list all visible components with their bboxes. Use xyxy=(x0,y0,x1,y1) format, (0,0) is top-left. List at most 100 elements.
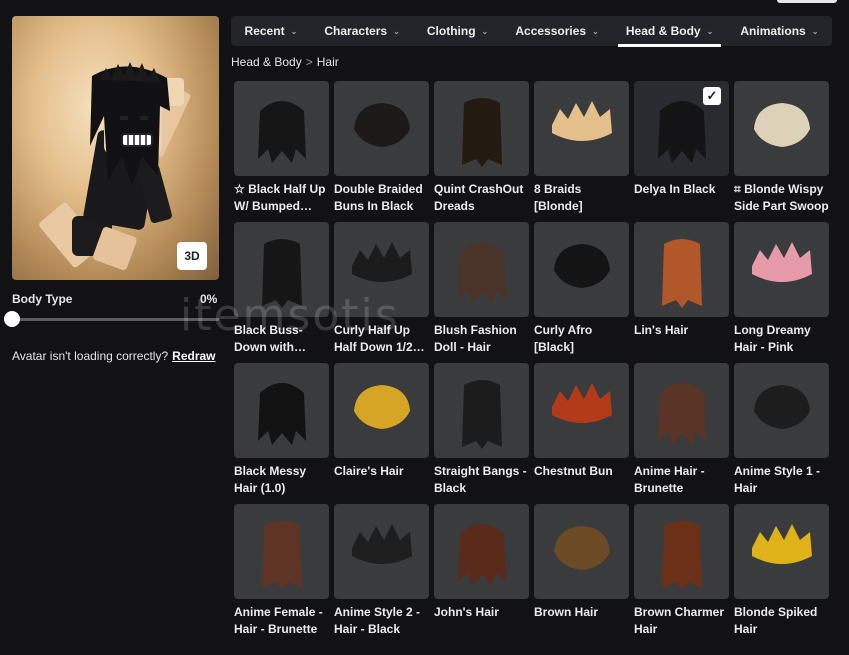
item-card[interactable]: Anime Hair - Brunette xyxy=(634,363,729,499)
item-thumbnail[interactable] xyxy=(434,504,529,599)
item-name: Anime Female - Hair - Brunette xyxy=(234,605,323,636)
hair-shape xyxy=(351,523,412,564)
hair-icon xyxy=(353,102,410,147)
body-type-slider[interactable] xyxy=(12,318,219,321)
tab-accessories[interactable]: Accessories ⌄ xyxy=(502,16,613,46)
hair-icon xyxy=(657,382,706,445)
item-card[interactable]: ☆ Black Half Up W/ Bumped… xyxy=(234,81,329,217)
tab-characters[interactable]: Characters ⌄ xyxy=(311,16,414,46)
item-name: Straight Bangs - Black xyxy=(434,464,527,495)
item-card[interactable]: Blonde Spiked Hair xyxy=(734,504,829,640)
hair-shape xyxy=(751,523,812,564)
item-name: Black Messy Hair (1.0) xyxy=(234,464,307,495)
tab-clothing[interactable]: Clothing ⌄ xyxy=(413,16,501,46)
avatar-preview: 3D xyxy=(12,16,219,280)
item-card[interactable]: ✓ Delya In Black xyxy=(634,81,729,217)
tab-label: Recent xyxy=(244,24,285,38)
hair-shape xyxy=(461,379,502,449)
item-thumbnail[interactable] xyxy=(234,81,329,176)
item-thumbnail[interactable] xyxy=(534,363,629,458)
hair-shape xyxy=(261,238,302,308)
item-name: Brown Hair xyxy=(534,605,599,619)
tab-recent[interactable]: Recent ⌄ xyxy=(231,16,311,46)
item-name: Double Braided Buns In Black xyxy=(334,182,423,213)
item-thumbnail[interactable] xyxy=(434,81,529,176)
item-thumbnail[interactable] xyxy=(334,222,429,317)
hair-shape xyxy=(351,241,412,282)
top-right-button[interactable] xyxy=(777,0,837,3)
item-name: Black Buss-Down with… xyxy=(234,323,306,354)
body-type-slider-thumb[interactable] xyxy=(4,311,20,327)
item-card[interactable]: ⌗ Blonde Wispy Side Part Swoop xyxy=(734,81,829,217)
item-thumbnail[interactable] xyxy=(534,81,629,176)
hair-icon xyxy=(351,523,412,564)
item-card[interactable]: Claire's Hair xyxy=(334,363,429,499)
hair-shape xyxy=(551,100,612,141)
item-thumbnail[interactable] xyxy=(234,222,329,317)
hair-shape xyxy=(753,102,810,147)
item-thumbnail[interactable] xyxy=(734,222,829,317)
item-card[interactable]: Curly Afro [Black] xyxy=(534,222,629,358)
item-card[interactable]: Anime Female - Hair - Brunette xyxy=(234,504,329,640)
item-card[interactable]: Brown Hair xyxy=(534,504,629,640)
item-card[interactable]: Black Messy Hair (1.0) xyxy=(234,363,329,499)
item-card[interactable]: Curly Half Up Half Down 1/2… xyxy=(334,222,429,358)
item-thumbnail[interactable] xyxy=(734,81,829,176)
item-card[interactable]: John's Hair xyxy=(434,504,529,640)
item-name: Long Dreamy Hair - Pink xyxy=(734,323,811,354)
item-card[interactable]: Brown Charmer Hair xyxy=(634,504,729,640)
item-thumbnail[interactable] xyxy=(234,363,329,458)
item-card[interactable]: Lin's Hair xyxy=(634,222,729,358)
hair-icon xyxy=(753,102,810,147)
item-name: Chestnut Bun xyxy=(534,464,613,478)
item-card[interactable]: Straight Bangs - Black xyxy=(434,363,529,499)
item-thumbnail[interactable]: ✓ xyxy=(634,81,729,176)
redraw-link[interactable]: Redraw xyxy=(172,349,215,363)
item-thumbnail[interactable] xyxy=(634,363,729,458)
item-card[interactable]: Black Buss-Down with… xyxy=(234,222,329,358)
hair-icon xyxy=(257,100,306,163)
item-card[interactable]: Anime Style 1 - Hair xyxy=(734,363,829,499)
item-thumbnail[interactable] xyxy=(234,504,329,599)
item-thumbnail[interactable] xyxy=(334,81,429,176)
item-card[interactable]: Blush Fashion Doll - Hair xyxy=(434,222,529,358)
item-thumbnail[interactable] xyxy=(534,222,629,317)
breadcrumb-current: Hair xyxy=(316,55,339,69)
item-name: Brown Charmer Hair xyxy=(634,605,725,636)
item-thumbnail[interactable] xyxy=(534,504,629,599)
hair-icon xyxy=(457,523,506,586)
breadcrumb-parent[interactable]: Head & Body xyxy=(231,55,302,69)
item-card[interactable]: Double Braided Buns In Black xyxy=(334,81,429,217)
hair-shape xyxy=(353,102,410,147)
item-thumbnail[interactable] xyxy=(634,222,729,317)
tab-animations[interactable]: Animations ⌄ xyxy=(727,16,832,46)
breadcrumb-separator: > xyxy=(305,55,313,69)
hair-shape xyxy=(753,384,810,429)
item-thumbnail[interactable] xyxy=(434,222,529,317)
item-name: Lin's Hair xyxy=(634,323,689,337)
tab-head-body[interactable]: Head & Body ⌄ xyxy=(612,16,727,47)
item-card[interactable]: Quint CrashOut Dreads LightSk… xyxy=(434,81,529,217)
item-card[interactable]: Chestnut Bun xyxy=(534,363,629,499)
chevron-down-icon: ⌄ xyxy=(592,26,599,36)
hair-shape xyxy=(553,243,610,288)
tab-label: Animations xyxy=(740,24,806,38)
item-card[interactable]: Anime Style 2 - Hair - Black xyxy=(334,504,429,640)
item-card[interactable]: Long Dreamy Hair - Pink xyxy=(734,222,829,358)
hair-icon xyxy=(261,238,302,308)
hair-icon xyxy=(753,384,810,429)
item-thumbnail[interactable] xyxy=(734,504,829,599)
item-name: John's Hair xyxy=(434,605,499,619)
equipped-check-icon: ✓ xyxy=(703,87,721,105)
item-thumbnail[interactable] xyxy=(334,504,429,599)
chevron-down-icon: ⌄ xyxy=(811,26,819,36)
item-card[interactable]: 8 Braids [Blonde] xyxy=(534,81,629,217)
item-thumbnail[interactable] xyxy=(434,363,529,458)
item-thumbnail[interactable] xyxy=(734,363,829,458)
item-thumbnail[interactable] xyxy=(334,363,429,458)
view-3d-button[interactable]: 3D xyxy=(177,242,207,270)
item-name: Anime Style 1 - Hair xyxy=(734,464,821,495)
body-type-label: Body Type xyxy=(12,292,73,306)
item-thumbnail[interactable] xyxy=(634,504,729,599)
chevron-down-icon: ⌄ xyxy=(290,26,298,36)
